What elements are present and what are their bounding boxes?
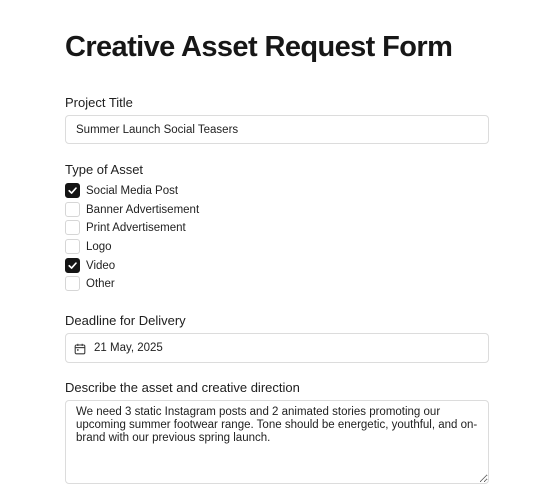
project-title-input[interactable] xyxy=(66,116,488,143)
asset-option-logo[interactable]: Logo xyxy=(65,238,112,255)
creative-asset-request-form: Creative Asset Request Form Project Titl… xyxy=(0,0,550,500)
other-checkbox[interactable] xyxy=(65,276,80,291)
asset-option-video[interactable]: Video xyxy=(65,257,115,274)
calendar-icon xyxy=(74,342,86,355)
social-media-post-label: Social Media Post xyxy=(86,184,179,197)
description-field: We need 3 static Instagram posts and 2 a… xyxy=(65,400,489,484)
project-title-field xyxy=(65,115,489,144)
other-label: Other xyxy=(86,277,115,290)
checkmark-icon xyxy=(68,187,77,194)
print-advertisement-label: Print Advertisement xyxy=(86,221,186,234)
asset-option-social-media-post[interactable]: Social Media Post xyxy=(65,182,178,199)
project-title-label: Project Title xyxy=(65,95,133,110)
logo-checkbox[interactable] xyxy=(65,239,80,254)
social-media-post-checkbox[interactable] xyxy=(65,183,80,198)
deadline-label: Deadline for Delivery xyxy=(65,313,186,328)
video-label: Video xyxy=(86,259,116,272)
asset-option-print-advertisement[interactable]: Print Advertisement xyxy=(65,219,186,236)
deadline-date-picker[interactable]: 21 May, 2025 xyxy=(66,334,488,362)
description-label: Describe the asset and creative directio… xyxy=(65,380,300,395)
description-textarea[interactable]: We need 3 static Instagram posts and 2 a… xyxy=(66,401,488,483)
checkmark-icon xyxy=(68,262,77,269)
logo-label: Logo xyxy=(86,240,112,253)
video-checkbox[interactable] xyxy=(65,258,80,273)
deadline-value: 21 May, 2025 xyxy=(94,342,163,354)
asset-option-other[interactable]: Other xyxy=(65,275,115,292)
asset-type-label: Type of Asset xyxy=(65,162,144,177)
banner-advertisement-checkbox[interactable] xyxy=(65,202,80,217)
banner-advertisement-label: Banner Advertisement xyxy=(86,203,200,216)
page-title: Creative Asset Request Form xyxy=(65,31,453,63)
asset-option-banner-advertisement[interactable]: Banner Advertisement xyxy=(65,201,199,218)
print-advertisement-checkbox[interactable] xyxy=(65,220,80,235)
deadline-field[interactable]: 21 May, 2025 xyxy=(65,333,489,363)
